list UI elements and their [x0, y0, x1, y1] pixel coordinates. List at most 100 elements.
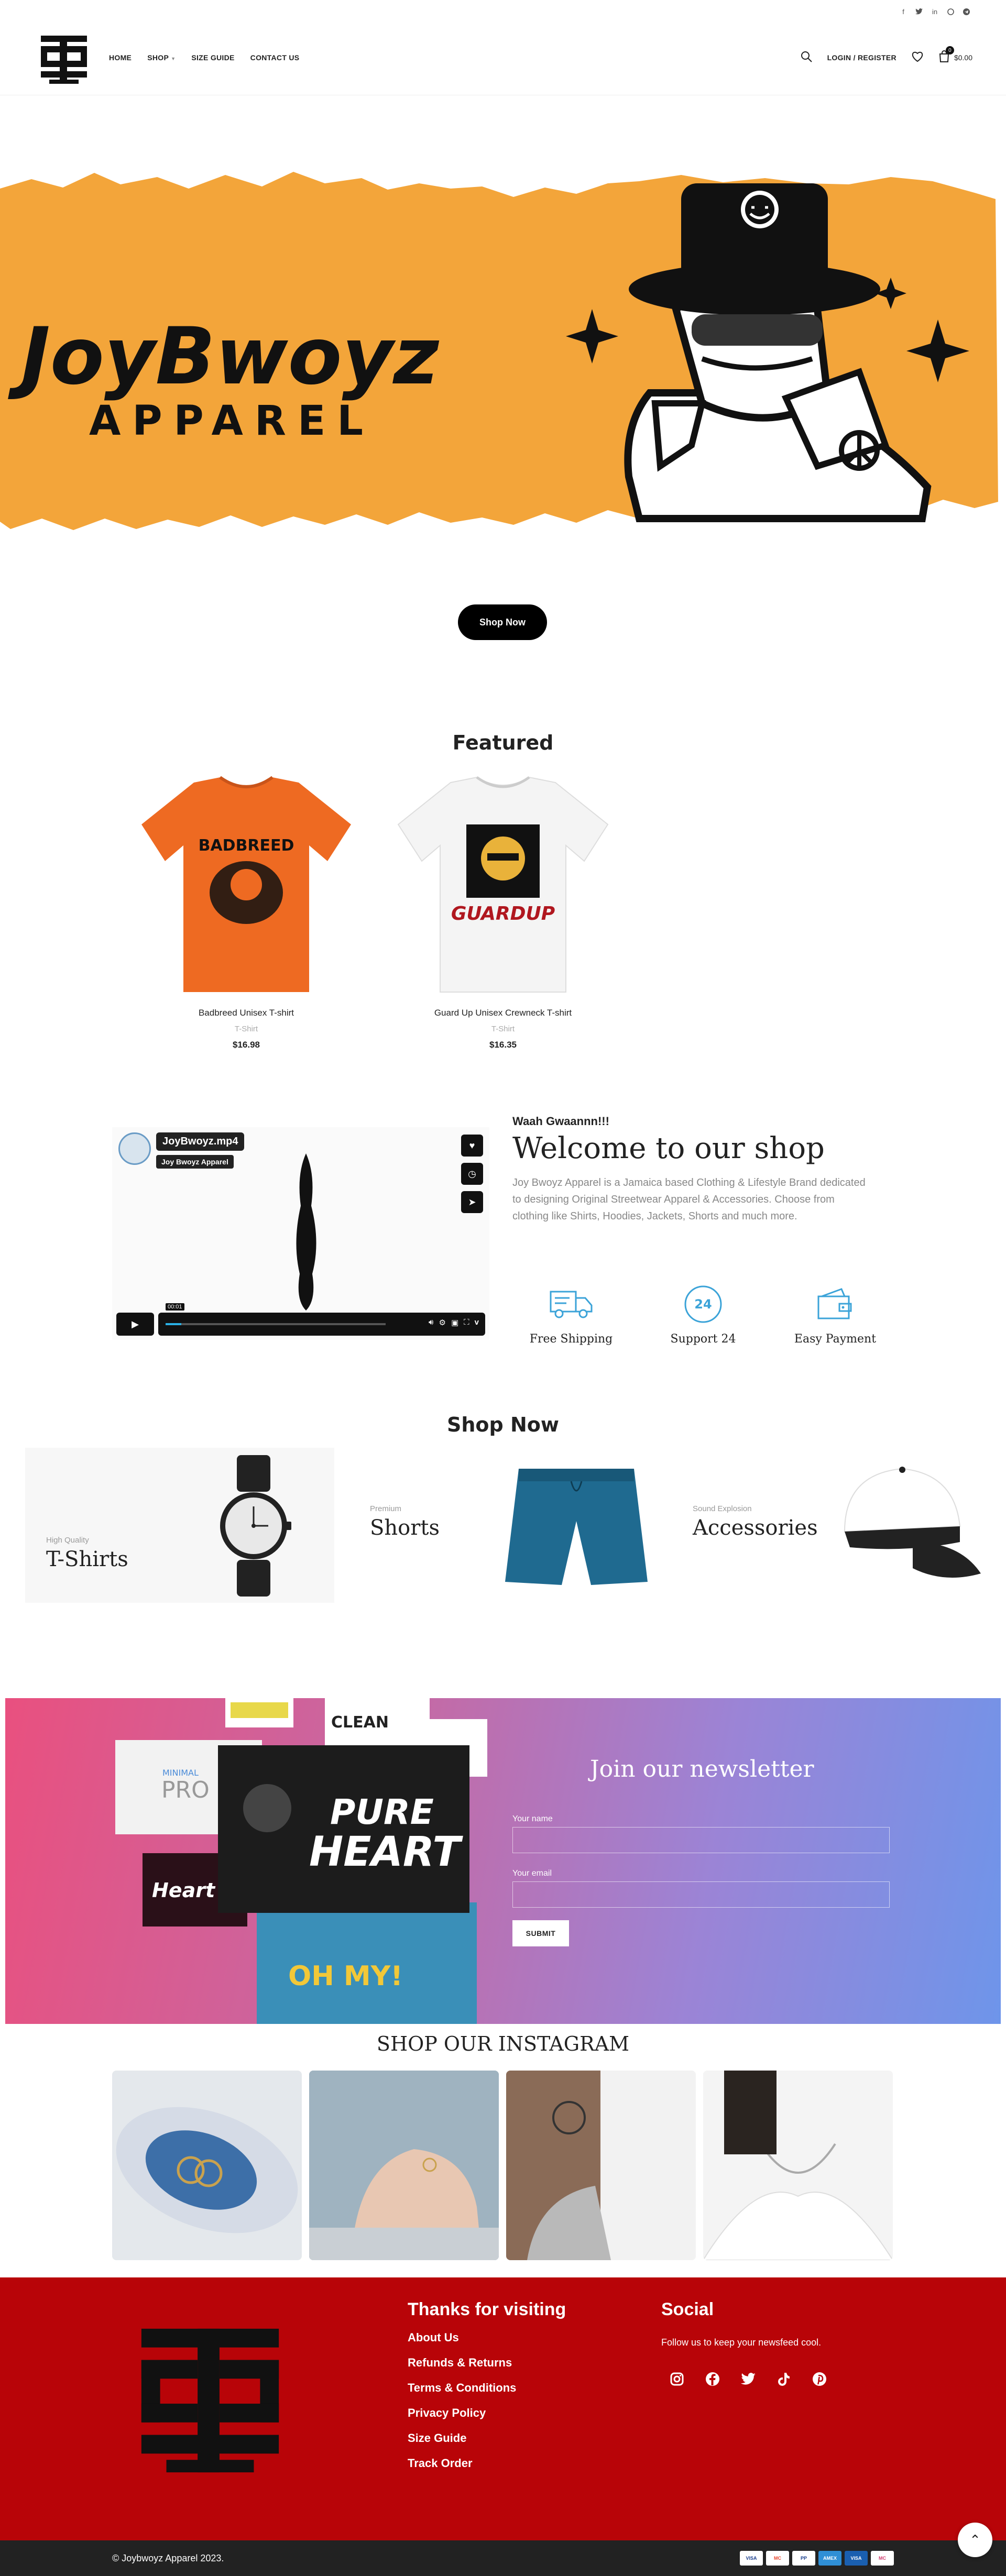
category-image-cap[interactable]	[829, 1463, 981, 1587]
wishlist-heart-icon[interactable]	[911, 51, 924, 64]
cart-icon: 0	[938, 46, 954, 64]
cart-button[interactable]: 0 $0.00	[938, 46, 972, 64]
product-category[interactable]: T-Shirt	[131, 1025, 362, 1033]
email-input[interactable]	[512, 1881, 890, 1908]
watch-later-clock-icon[interactable]: ◷	[461, 1163, 483, 1185]
name-input[interactable]	[512, 1827, 890, 1853]
hero-shop-now-button[interactable]: Shop Now	[458, 604, 547, 640]
vimeo-logo-icon[interactable]: v	[475, 1318, 479, 1327]
category-card-shorts[interactable]: Premium Shorts	[346, 1448, 660, 1603]
feature-label: Easy Payment	[794, 1333, 877, 1346]
twitter-icon[interactable]	[737, 2368, 760, 2391]
product-image[interactable]: GUARDUP	[388, 767, 618, 997]
site-footer: Thanks for visiting About Us Refunds & R…	[0, 2277, 1006, 2540]
nav-shop[interactable]: SHOP ▼	[147, 53, 176, 62]
feature-support: 24 Support 24	[646, 1283, 761, 1346]
nav-home[interactable]: HOME	[109, 53, 132, 62]
feature-free-shipping: Free Shipping	[513, 1283, 629, 1346]
hero-banner: JoyBwoyz APPAREL	[0, 152, 1006, 550]
footer-link-size-guide[interactable]: Size Guide	[408, 2431, 516, 2445]
submit-button[interactable]: SUBMIT	[512, 1920, 569, 1946]
video-side-buttons: ♥ ◷ ➤	[461, 1135, 483, 1213]
category-title[interactable]: Accessories	[693, 1516, 818, 1540]
category-image-watch[interactable]	[219, 1455, 292, 1599]
pip-icon[interactable]: ▣	[451, 1318, 458, 1327]
featured-title: Featured	[452, 731, 554, 754]
visa-icon: VISA	[740, 2551, 763, 2566]
category-title[interactable]: Shorts	[370, 1516, 440, 1540]
product-category[interactable]: T-Shirt	[388, 1025, 618, 1033]
instagram-image[interactable]	[703, 2071, 893, 2260]
category-sub: Sound Explosion	[693, 1504, 752, 1513]
footer-link-track-order[interactable]: Track Order	[408, 2457, 516, 2470]
video-player[interactable]: JoyBwoyz.mp4 Joy Bwoyz Apparel ♥ ◷ ➤ ▶ 0…	[112, 1127, 489, 1340]
facebook-icon[interactable]	[701, 2368, 724, 2391]
instagram-image[interactable]	[309, 2071, 499, 2260]
instagram-icon[interactable]	[665, 2368, 688, 2391]
footer-visiting-title: Thanks for visiting	[408, 2299, 566, 2319]
feature-label: Support 24	[670, 1333, 736, 1346]
share-icon[interactable]: ➤	[461, 1191, 483, 1213]
nav-size-guide[interactable]: SIZE GUIDE	[191, 53, 234, 62]
linkedin-icon[interactable]: in	[931, 7, 939, 16]
fullscreen-icon[interactable]: ⛶	[464, 1318, 469, 1327]
instagram-image[interactable]	[112, 2071, 302, 2260]
product-card[interactable]: GUARDUP Guard Up Unisex Crewneck T-shirt…	[388, 767, 618, 1050]
facebook-icon[interactable]: f	[899, 7, 907, 16]
avatar[interactable]	[118, 1132, 151, 1165]
svg-text:Heart: Heart	[152, 1879, 216, 1902]
instagram-image[interactable]	[506, 2071, 696, 2260]
search-icon[interactable]	[800, 50, 813, 64]
video-progress-bar[interactable]: 00:01 🔊︎ ⚙ ▣ ⛶ v	[158, 1303, 485, 1336]
twitter-icon[interactable]	[915, 7, 923, 16]
footer-link-about[interactable]: About Us	[408, 2331, 516, 2344]
video-title-area: JoyBwoyz.mp4 Joy Bwoyz Apparel	[118, 1132, 245, 1169]
volume-icon[interactable]: 🔊︎	[429, 1318, 433, 1327]
footer-social-icons	[665, 2368, 831, 2391]
category-image-shorts[interactable]	[498, 1463, 655, 1592]
chevron-up-icon: ⌃	[969, 2531, 981, 2548]
tiktok-icon[interactable]	[772, 2368, 795, 2391]
shop-now-title: Shop Now	[447, 1413, 559, 1436]
play-icon[interactable]: ▶	[116, 1313, 154, 1336]
svg-text:PURE: PURE	[330, 1792, 434, 1832]
footer-social-text: Follow us to keep your newsfeed cool.	[661, 2337, 822, 2348]
product-card[interactable]: BADBREED Badbreed Unisex T-shirt T-Shirt…	[131, 767, 362, 1050]
telegram-icon[interactable]	[962, 7, 970, 16]
welcome-text: Joy Bwoyz Apparel is a Jamaica based Clo…	[512, 1177, 866, 1222]
footer-link-terms[interactable]: Terms & Conditions	[408, 2381, 516, 2395]
product-price: $16.35	[489, 1040, 517, 1050]
header-actions: LOGIN / REGISTER 0 $0.00	[800, 46, 972, 64]
site-logo[interactable]	[37, 32, 91, 87]
video-author[interactable]: Joy Bwoyz Apparel	[156, 1155, 234, 1169]
category-card-accessories[interactable]: Sound Explosion Accessories	[672, 1448, 986, 1603]
pinterest-icon[interactable]	[808, 2368, 831, 2391]
email-label: Your email	[512, 1869, 552, 1878]
whatsapp-icon[interactable]	[946, 7, 955, 16]
product-price: $16.98	[233, 1040, 260, 1050]
footer-logo[interactable]	[124, 2319, 297, 2484]
newsletter-collage: CLEAN MINIMAL PRO Heart OH MY! PURE HEAR…	[115, 1698, 503, 2024]
nav-contact[interactable]: CONTACT US	[250, 53, 300, 62]
top-social-links: f in	[899, 7, 970, 16]
product-graphic-text: GUARDUP	[451, 903, 555, 924]
scroll-to-top-button[interactable]: ⌃	[958, 2523, 992, 2557]
video-controls: ▶ 00:01 🔊︎ ⚙ ▣ ⛶ v	[116, 1303, 485, 1336]
svg-text:OH MY!: OH MY!	[288, 1961, 403, 1992]
like-heart-icon[interactable]: ♥	[461, 1135, 483, 1157]
video-title[interactable]: JoyBwoyz.mp4	[156, 1132, 245, 1151]
login-register-link[interactable]: LOGIN / REGISTER	[827, 53, 896, 62]
product-image[interactable]: BADBREED	[131, 767, 362, 997]
product-name[interactable]: Guard Up Unisex Crewneck T-shirt	[388, 1008, 618, 1018]
newsletter-section: CLEAN MINIMAL PRO Heart OH MY! PURE HEAR…	[5, 1698, 1001, 2024]
footer-link-privacy[interactable]: Privacy Policy	[408, 2406, 516, 2420]
category-title[interactable]: T-Shirts	[46, 1547, 128, 1571]
category-card-tshirts[interactable]: High Quality T-Shirts	[25, 1448, 334, 1603]
paypal-icon: PP	[792, 2551, 815, 2566]
amex-icon: AMEX	[818, 2551, 841, 2566]
footer-link-refunds[interactable]: Refunds & Returns	[408, 2356, 516, 2370]
product-name[interactable]: Badbreed Unisex T-shirt	[131, 1008, 362, 1018]
settings-gear-icon[interactable]: ⚙	[439, 1318, 446, 1327]
hero-sub-text: APPAREL	[89, 398, 375, 445]
video-time: 00:01	[166, 1303, 184, 1311]
